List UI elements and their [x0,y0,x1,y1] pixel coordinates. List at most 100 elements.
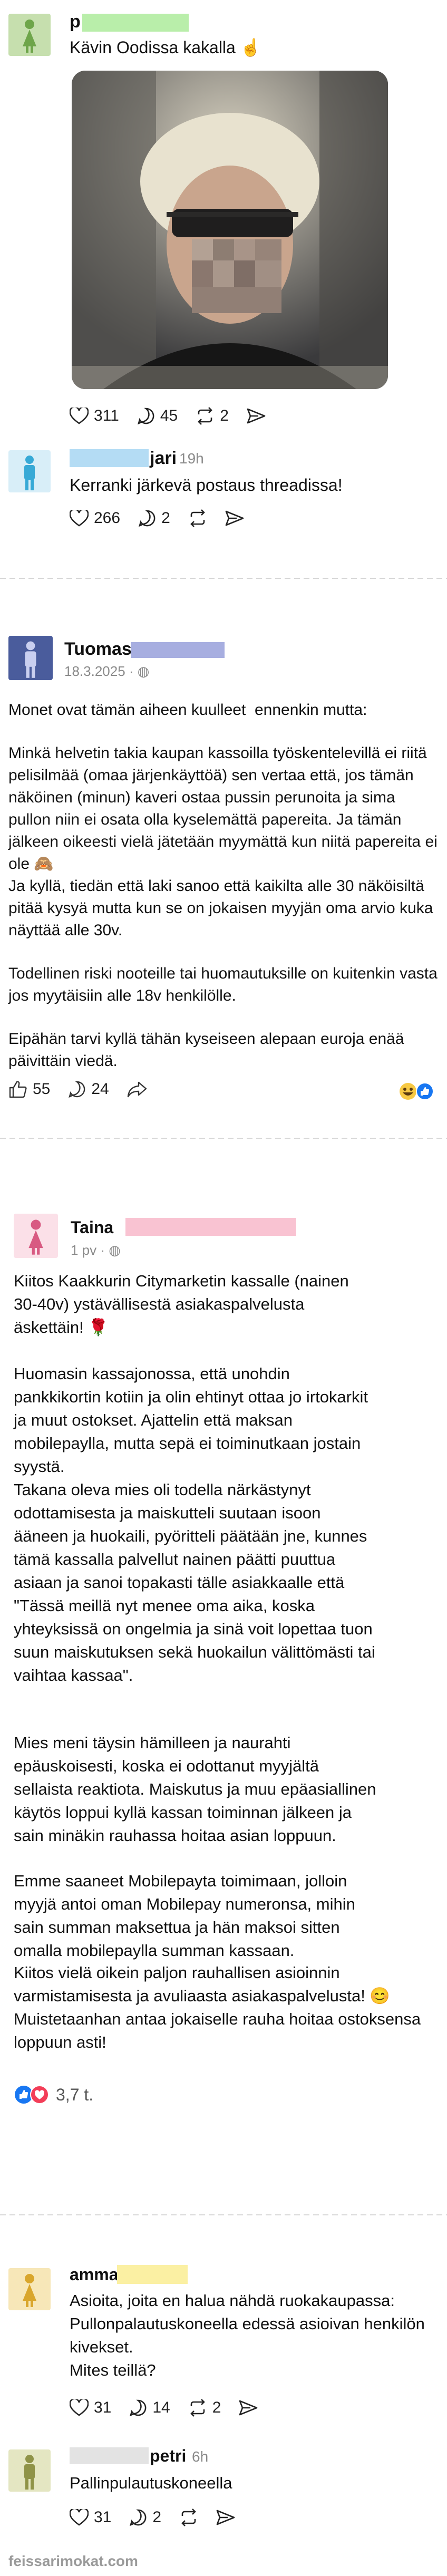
post3-date-text: 1 pv · [71,1242,109,1258]
heart-icon [70,2399,89,2416]
comment-icon [139,510,156,527]
avatar-male-icon [8,450,51,492]
separator [0,2214,447,2215]
redacted-name [82,14,189,32]
avatar-male-icon [8,636,53,680]
reply1-text: Kerranki järkevä postaus threadissa! [70,476,343,495]
repost-icon [190,2399,205,2417]
post2-paragraph: Todellinen riski nooteille tai huomautuk… [8,965,442,1004]
send-icon [216,2510,235,2525]
redacted-name [70,2447,149,2464]
share-icon [127,1081,147,1098]
comment-button[interactable]: 24 [68,1080,109,1098]
heart-icon [70,510,89,527]
repost-icon [190,509,205,527]
post1-actions: 311 45 2 [70,407,284,425]
reply1-author-name[interactable]: jari [150,448,177,469]
separator [0,578,447,579]
post4-reposts: 2 [212,2399,221,2416]
post3-paragraph: Kiitos vielä oikein paljon rauhallisen a… [14,1963,425,2051]
repost-button[interactable]: 2 [188,2399,221,2417]
post2-actions: 55 24 [8,1080,165,1099]
heart-icon [70,2509,89,2526]
reply1-comments: 2 [161,509,170,527]
share-button[interactable] [225,510,244,527]
share-button[interactable] [216,2509,235,2526]
comment-button[interactable]: 2 [138,509,170,527]
comment-icon [130,2509,147,2526]
comment-icon [137,408,154,425]
like-button[interactable]: 31 [70,2509,111,2526]
comment-icon [130,2399,147,2417]
separator [0,1138,447,1139]
share-button[interactable] [239,2399,258,2416]
like-heart-reaction-icon [15,2085,49,2104]
comment-button[interactable]: 14 [129,2399,170,2417]
repost-icon [198,407,213,425]
comment-icon [69,1081,85,1098]
post3-paragraph: Kiitos Kaakkurin Citymarketin kassalle (… [14,1272,354,1337]
reply4-time: 6h [192,2448,209,2465]
post1-text: Kävin Oodissa kakalla ☝️ [70,38,261,57]
heart-icon [70,408,89,424]
post2-date-text: 18.3.2025 · [64,663,138,679]
send-icon [239,2400,258,2416]
repost-button[interactable] [188,509,207,527]
like-button[interactable]: 311 [70,407,119,425]
redacted-name [117,2265,188,2284]
post1-likes: 311 [94,407,119,424]
reply1-likes: 266 [94,509,121,527]
post2-author-name[interactable]: Tuomas [64,639,132,660]
post4-likes: 31 [94,2399,112,2416]
redacted-name [131,642,225,658]
watermark: feissarimokat.com [8,2553,138,2569]
post4-comments: 14 [152,2399,170,2416]
post3-reaction-count: 3,7 t. [56,2085,94,2104]
globe-icon: ◍ [109,1242,121,1258]
like-button[interactable]: 266 [70,509,120,527]
post3-reactions[interactable]: 3,7 t. [14,2085,93,2105]
reply4-actions: 31 2 [70,2509,253,2526]
like-button[interactable]: 55 [8,1080,50,1099]
reply1-time: 19h [179,450,204,467]
repost-icon [181,2509,196,2526]
globe-icon: ◍ [137,663,150,679]
send-icon [225,510,244,526]
post2-paragraph: Eipähän tarvi kyllä tähän kyseiseen alep… [8,1030,409,1070]
avatar-female-icon [8,2268,51,2310]
post1-reposts: 2 [220,407,229,424]
comment-button[interactable]: 2 [129,2509,161,2526]
post2-paragraph: Monet ovat tämän aiheen kuulleet ennenki… [8,701,367,719]
avatar-female-icon [14,1214,58,1258]
post4-text: Asioita, joita en halua nähdä ruokakaupa… [70,2291,425,2379]
post4-author-name[interactable]: amma [70,2265,119,2284]
post2-paragraph: Ja kyllä, tiedän että laki sanoo että ka… [8,877,438,939]
reply4-author-name[interactable]: petri [150,2446,186,2466]
post2-comments: 24 [91,1080,109,1098]
share-button[interactable] [247,408,266,424]
thumbs-up-icon [9,1081,27,1098]
repost-button[interactable]: 2 [196,407,229,425]
post1-photo[interactable] [72,71,388,389]
post4-actions: 31 14 2 [70,2399,276,2417]
post3-paragraph: Emme saaneet Mobilepayta toimimaan, joll… [14,1872,360,1960]
post2-date: 18.3.2025 · ◍ [64,663,149,680]
reply1-actions: 266 2 [70,509,262,527]
comment-button[interactable]: 45 [137,407,178,425]
post3-paragraph: Huomasin kassajonossa, että unohdin pank… [14,1364,373,1476]
post3-paragraph: Takana oleva mies oli todella närkästyny… [14,1480,380,1684]
post1-author-name[interactable]: p [70,12,81,32]
reply4-comments: 2 [152,2509,162,2526]
send-icon [247,408,266,424]
post2-likes: 55 [33,1080,51,1098]
post1-comments: 45 [160,407,178,424]
reactions-icons [397,1082,440,1101]
post2-paragraph: Minkä helvetin takia kaupan kassoilla ty… [8,744,442,873]
post3-paragraph: Mies meni täysin hämilleen ja naurahti e… [14,1734,381,1845]
like-button[interactable]: 31 [70,2399,111,2417]
post3-author-name[interactable]: Taina [71,1218,113,1237]
post3-date: 1 pv · ◍ [71,1242,121,1258]
repost-button[interactable] [179,2509,198,2526]
share-button[interactable] [127,1081,147,1098]
redacted-name [70,449,149,467]
